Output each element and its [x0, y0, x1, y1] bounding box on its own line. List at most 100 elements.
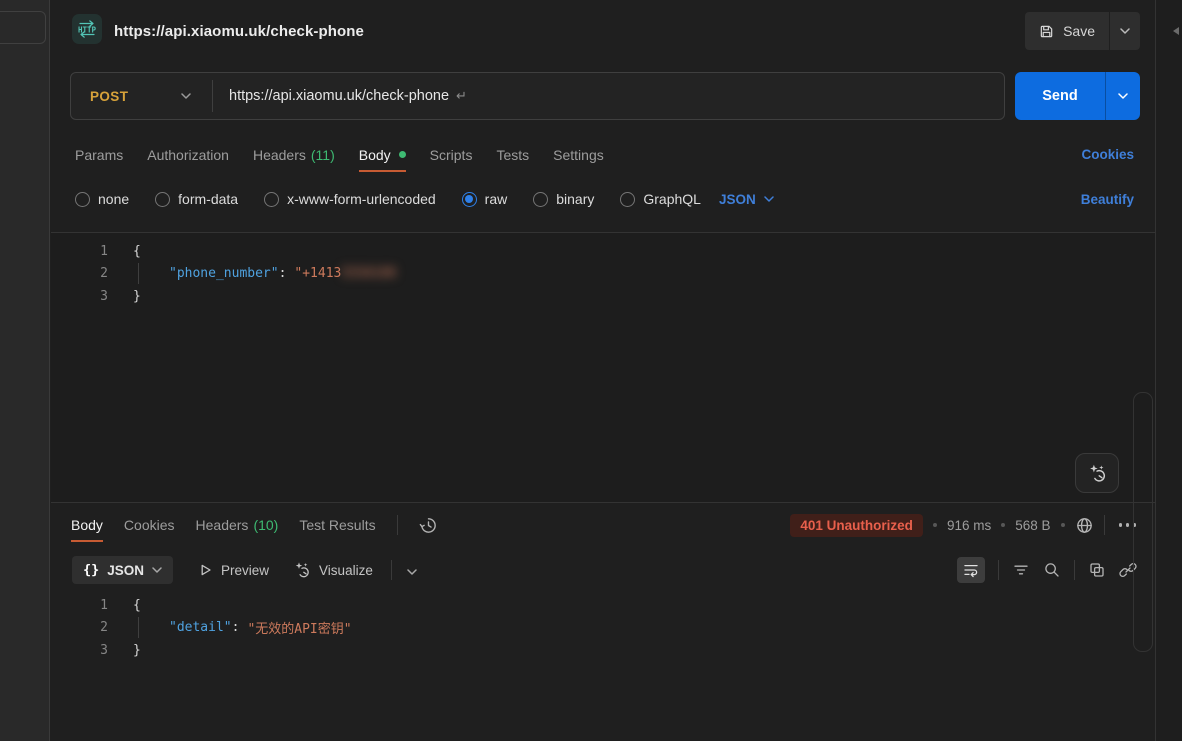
- tab-body[interactable]: Body: [359, 138, 406, 172]
- radio-icon: [155, 192, 170, 207]
- tab-label: Body: [359, 147, 391, 163]
- url-box: POST https://api.xiaomu.uk/check-phone ↵: [70, 72, 1005, 120]
- json-string-redacted: 5550188: [341, 266, 396, 281]
- chevron-down-icon: [764, 196, 774, 202]
- code-line-2: 2 "detail":"无效的API密钥": [51, 617, 1155, 640]
- radio-x-www-form-urlencoded[interactable]: x-www-form-urlencoded: [264, 191, 436, 207]
- radio-binary[interactable]: binary: [533, 191, 594, 207]
- code-line-1: 1 {: [51, 594, 1155, 617]
- filter-button[interactable]: [1012, 561, 1030, 579]
- status-badge[interactable]: 401 Unauthorized: [790, 514, 923, 537]
- language-selector[interactable]: JSON: [719, 192, 774, 207]
- radio-label: binary: [556, 191, 594, 207]
- tab-label: Body: [71, 517, 103, 533]
- tab-test-results[interactable]: Test Results: [299, 508, 375, 542]
- tab-label: Tests: [496, 147, 529, 163]
- code-line-3: 3 }: [51, 639, 1155, 662]
- dot-separator: [1061, 523, 1065, 527]
- toolbar-more-button[interactable]: [407, 563, 417, 578]
- tab-settings[interactable]: Settings: [553, 138, 604, 172]
- response-headers-count-badge: (10): [253, 517, 278, 533]
- body-mode-row: none form-data x-www-form-urlencoded raw…: [51, 184, 1155, 214]
- url-input[interactable]: https://api.xiaomu.uk/check-phone ↵: [213, 88, 1004, 104]
- chevron-down-icon: [1118, 93, 1128, 99]
- tab-params[interactable]: Params: [75, 138, 123, 172]
- headers-count-badge: (11): [311, 147, 335, 163]
- request-header: HTTP https://api.xiaomu.uk/check-phone S…: [51, 0, 1155, 62]
- dot-separator: [933, 523, 937, 527]
- close-brace: }: [133, 643, 141, 658]
- tab-tests[interactable]: Tests: [496, 138, 529, 172]
- wrap-text-icon: [963, 562, 979, 578]
- json-key: "phone_number": [169, 266, 279, 281]
- divider: [391, 560, 392, 580]
- send-button-group: Send: [1015, 72, 1140, 120]
- method-selector[interactable]: POST: [71, 89, 212, 104]
- scrollbar-track[interactable]: [1133, 392, 1153, 652]
- request-title: https://api.xiaomu.uk/check-phone: [114, 23, 364, 40]
- history-clock-icon: [419, 516, 438, 535]
- tab-label: Params: [75, 147, 123, 163]
- save-icon: [1039, 24, 1054, 39]
- search-button[interactable]: [1043, 561, 1061, 579]
- play-icon: [197, 562, 213, 578]
- response-size[interactable]: 568 B: [1015, 518, 1050, 533]
- tab-label: Authorization: [147, 147, 229, 163]
- radio-icon: [533, 192, 548, 207]
- dot-separator: [1001, 523, 1005, 527]
- save-button-group: Save: [1025, 12, 1140, 50]
- sparkle-wand-icon: [1087, 463, 1107, 483]
- tab-response-body[interactable]: Body: [71, 508, 103, 542]
- response-section: Body Cookies Headers (10) Test Results: [51, 502, 1155, 741]
- copy-button[interactable]: [1088, 561, 1106, 579]
- code-line-1: 1 {: [51, 240, 1155, 263]
- tool-label: Visualize: [319, 563, 373, 578]
- tool-label: Preview: [221, 563, 269, 578]
- cookies-link[interactable]: Cookies: [1081, 147, 1134, 162]
- save-options-button[interactable]: [1110, 12, 1140, 50]
- beautify-link[interactable]: Beautify: [1081, 192, 1134, 207]
- tab-label: Headers: [253, 147, 306, 163]
- response-time[interactable]: 916 ms: [947, 518, 991, 533]
- send-options-button[interactable]: [1106, 72, 1140, 120]
- divider: [397, 515, 398, 535]
- line-number: 1: [51, 244, 108, 259]
- globe-icon: [1075, 516, 1094, 535]
- request-workspace: HTTP https://api.xiaomu.uk/check-phone S…: [51, 0, 1155, 741]
- url-text: https://api.xiaomu.uk/check-phone: [229, 88, 449, 104]
- network-info-button[interactable]: [1075, 516, 1094, 535]
- chevron-down-icon: [181, 93, 191, 99]
- send-button[interactable]: Send: [1015, 72, 1106, 120]
- colon: :: [279, 266, 287, 281]
- tab-response-cookies[interactable]: Cookies: [124, 508, 175, 542]
- radio-none[interactable]: none: [75, 191, 129, 207]
- tab-authorization[interactable]: Authorization: [147, 138, 229, 172]
- radio-form-data[interactable]: form-data: [155, 191, 238, 207]
- url-row: POST https://api.xiaomu.uk/check-phone ↵…: [70, 72, 1140, 120]
- line-number: 2: [51, 266, 108, 281]
- sidebar-collapsed-panel[interactable]: [0, 11, 46, 44]
- response-body-editor[interactable]: 1 { 2 "detail":"无效的API密钥" 3 }: [51, 591, 1155, 662]
- radio-icon: [75, 192, 90, 207]
- code-line-3: 3 }: [51, 285, 1155, 308]
- tab-scripts[interactable]: Scripts: [430, 138, 473, 172]
- save-button[interactable]: Save: [1025, 12, 1109, 50]
- preview-button[interactable]: Preview: [197, 562, 269, 578]
- radio-raw[interactable]: raw: [462, 191, 508, 207]
- wrap-text-button[interactable]: [957, 557, 985, 583]
- indent-guide: [138, 617, 139, 638]
- tab-label: Scripts: [430, 147, 473, 163]
- response-history-button[interactable]: [419, 516, 438, 535]
- response-format-selector[interactable]: {} JSON: [72, 556, 173, 584]
- postbot-button[interactable]: [1075, 453, 1119, 493]
- tab-headers[interactable]: Headers (11): [253, 138, 335, 172]
- request-body-editor[interactable]: 1 { 2 "phone_number":"+14135550188 3 }: [51, 232, 1155, 502]
- line-number: 3: [51, 289, 108, 304]
- tab-label: Test Results: [299, 517, 375, 533]
- collapse-arrow-icon[interactable]: [1173, 27, 1179, 35]
- tab-response-headers[interactable]: Headers (10): [196, 508, 279, 542]
- radio-graphql[interactable]: GraphQL: [620, 191, 701, 207]
- chevron-down-icon: [1120, 28, 1130, 34]
- response-tabs: Body Cookies Headers (10) Test Results: [51, 503, 1155, 547]
- visualize-button[interactable]: Visualize: [293, 561, 373, 579]
